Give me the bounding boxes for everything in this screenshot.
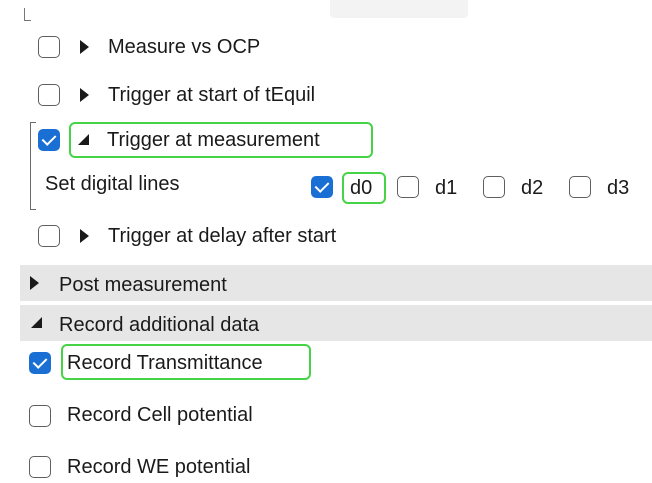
trigger-start-tequil-label: Trigger at start of tEquil: [108, 84, 316, 106]
d3-label: d3: [607, 177, 630, 199]
group-bracket: [30, 122, 36, 210]
d2-checkbox[interactable]: [483, 176, 505, 198]
record-we-potential-label: Record WE potential: [67, 456, 251, 478]
trigger-delay-after-start-label: Trigger at delay after start: [108, 225, 337, 247]
d0-label: d0: [350, 177, 373, 199]
top-partial-field: [330, 0, 468, 18]
trigger-at-measurement-checkbox[interactable]: [38, 129, 60, 151]
trigger-delay-after-start-checkbox[interactable]: [38, 225, 60, 247]
measure-vs-ocp-label: Measure vs OCP: [108, 36, 261, 58]
record-cell-potential-label: Record Cell potential: [67, 404, 253, 426]
expand-arrow-icon[interactable]: [80, 40, 89, 54]
d3-checkbox[interactable]: [569, 176, 591, 198]
top-corner-tick: [24, 8, 31, 21]
record-cell-potential-checkbox[interactable]: [29, 405, 51, 427]
d1-checkbox[interactable]: [397, 176, 419, 198]
record-additional-data-label: Record additional data: [59, 314, 260, 336]
expand-arrow-icon[interactable]: [80, 229, 89, 243]
record-we-potential-checkbox[interactable]: [29, 456, 51, 478]
collapse-arrow-icon[interactable]: [78, 134, 89, 145]
trigger-start-tequil-checkbox[interactable]: [38, 84, 60, 106]
record-transmittance-label: Record Transmittance: [67, 352, 263, 374]
post-measurement-label: Post measurement: [59, 274, 227, 296]
collapse-arrow-icon[interactable]: [31, 317, 42, 328]
measure-vs-ocp-checkbox[interactable]: [38, 36, 60, 58]
record-transmittance-checkbox[interactable]: [29, 352, 51, 374]
trigger-at-measurement-label: Trigger at measurement: [107, 129, 320, 151]
d1-label: d1: [435, 177, 458, 199]
expand-arrow-icon[interactable]: [30, 276, 39, 290]
d0-checkbox[interactable]: [311, 176, 333, 198]
d2-label: d2: [521, 177, 544, 199]
expand-arrow-icon[interactable]: [80, 88, 89, 102]
set-digital-lines-label: Set digital lines: [45, 173, 180, 195]
